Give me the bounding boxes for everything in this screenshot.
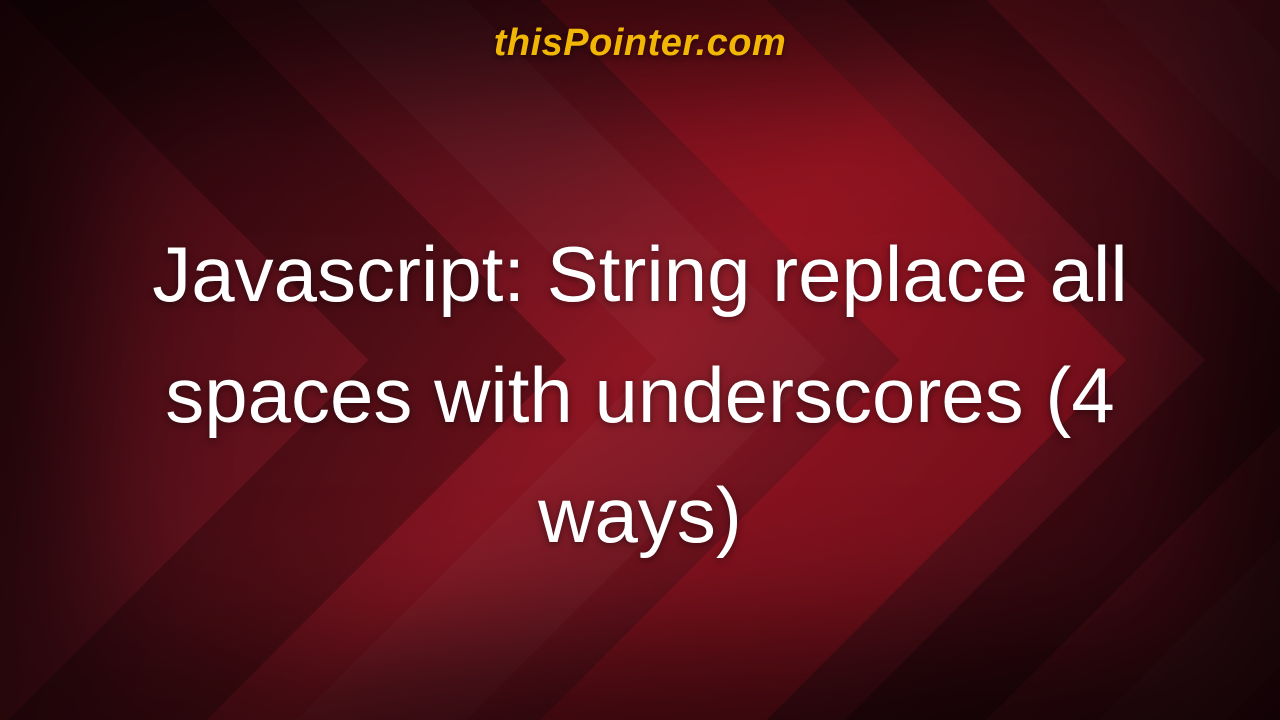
page-title: Javascript: String replace all spaces wi… <box>60 214 1220 577</box>
title-container: Javascript: String replace all spaces wi… <box>60 130 1220 660</box>
brand-logo: thisPointer.com <box>0 22 1280 65</box>
